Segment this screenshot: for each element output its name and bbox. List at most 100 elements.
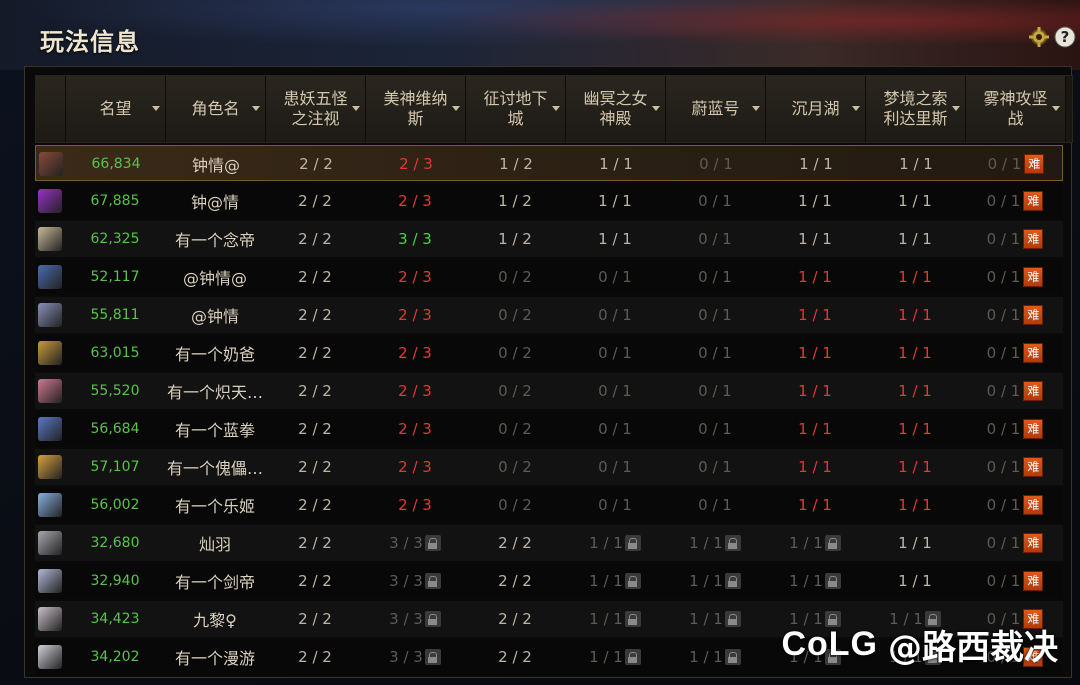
lock-icon bbox=[424, 535, 441, 551]
clear-count: 0 / 1 bbox=[986, 572, 1021, 590]
character-row[interactable]: 32,940 有一个剑帝 2 / 2 3 / 3 2 / 2 1 / 1 1 / 1 1 / … bbox=[35, 563, 1063, 599]
fame-value: 62,325 bbox=[90, 231, 140, 247]
sort-arrow-icon[interactable] bbox=[752, 106, 760, 111]
clear-count-cell: 0 / 1 bbox=[565, 335, 665, 371]
clear-count: 1 / 1 bbox=[898, 268, 932, 286]
clear-count-cell: 2 / 3 bbox=[366, 146, 466, 182]
clear-count-cell: 0 / 2 bbox=[465, 449, 565, 485]
clear-count-cell: 0 / 1难 bbox=[965, 449, 1065, 485]
clear-count: 1 / 1 bbox=[789, 572, 823, 590]
hard-mode-badge[interactable]: 难 bbox=[1023, 305, 1044, 325]
character-row[interactable]: 63,015 有一个奶爸 2 / 2 2 / 3 0 / 2 0 / 1 0 / 1 1 / … bbox=[35, 335, 1063, 371]
gear-icon[interactable] bbox=[1028, 26, 1050, 48]
hard-mode-badge[interactable]: 难 bbox=[1023, 495, 1044, 515]
character-row[interactable]: 62,325 有一个念帝 2 / 2 3 / 3 1 / 2 1 / 1 0 / 1 1 / … bbox=[35, 221, 1063, 257]
clear-count: 1 / 1 bbox=[599, 155, 633, 173]
clear-count-cell: 2 / 2 bbox=[265, 183, 365, 219]
clear-count-cell: 1 / 1 bbox=[765, 373, 865, 409]
clear-count-cell: 1 / 1 bbox=[565, 525, 665, 561]
fame-value: 67,885 bbox=[90, 193, 140, 209]
column-header-4[interactable]: 美神维纳斯 bbox=[366, 76, 466, 142]
column-header-label: 沉月湖 bbox=[791, 99, 840, 118]
sort-arrow-icon[interactable] bbox=[652, 106, 660, 111]
clear-count-cell: 1 / 1 bbox=[665, 639, 765, 675]
clear-count: 1 / 1 bbox=[689, 534, 723, 552]
clear-count: 2 / 2 bbox=[498, 534, 532, 552]
column-header-1[interactable]: 名望 bbox=[66, 76, 166, 142]
clear-count: 1 / 1 bbox=[598, 192, 632, 210]
clear-count: 0 / 1 bbox=[986, 420, 1021, 438]
column-header-3[interactable]: 患妖五怪之注视 bbox=[266, 76, 366, 142]
clear-count-cell: 2 / 3 bbox=[365, 411, 465, 447]
sort-arrow-icon[interactable] bbox=[852, 106, 860, 111]
avatar bbox=[38, 493, 62, 517]
clear-count-cell: 0 / 1 bbox=[665, 373, 765, 409]
hard-mode-badge[interactable]: 难 bbox=[1023, 419, 1044, 439]
hard-mode-badge[interactable]: 难 bbox=[1023, 381, 1044, 401]
character-row[interactable]: 55,520 有一个炽天… 2 / 2 2 / 3 0 / 2 0 / 1 0 / 1 1 /… bbox=[35, 373, 1063, 409]
clear-count-cell: 0 / 2 bbox=[465, 487, 565, 523]
avatar-cell bbox=[35, 449, 65, 485]
clear-count-cell: 0 / 1难 bbox=[965, 373, 1065, 409]
character-row[interactable]: 66,834 钟情@ 2 / 2 2 / 3 1 / 2 1 / 1 0 / 1 1 / 1 1… bbox=[35, 145, 1063, 181]
character-row[interactable]: 52,117 @钟情@ 2 / 2 2 / 3 0 / 2 0 / 1 0 / 1 1 / 1… bbox=[35, 259, 1063, 295]
clear-count-cell: 0 / 1难 bbox=[965, 563, 1065, 599]
column-header-5[interactable]: 征讨地下城 bbox=[466, 76, 566, 142]
column-header-8[interactable]: 沉月湖 bbox=[766, 76, 866, 142]
sort-arrow-icon[interactable] bbox=[252, 106, 260, 111]
clear-count: 0 / 1 bbox=[986, 268, 1021, 286]
character-name: 有一个奶爸 bbox=[174, 345, 255, 364]
clear-count-cell: 1 / 1 bbox=[865, 411, 965, 447]
sort-arrow-icon[interactable] bbox=[452, 106, 460, 111]
hard-mode-badge[interactable]: 难 bbox=[1024, 154, 1045, 174]
clear-count: 0 / 2 bbox=[498, 420, 532, 438]
header-background bbox=[0, 0, 1080, 70]
clear-count: 0 / 2 bbox=[498, 382, 532, 400]
question-icon[interactable]: ? bbox=[1054, 26, 1076, 48]
character-row[interactable]: 32,680 灿羽 2 / 2 3 / 3 2 / 2 1 / 1 1 / 1 1 / 1 1 … bbox=[35, 525, 1063, 561]
column-header-label: 蔚蓝号 bbox=[691, 99, 740, 118]
sort-arrow-icon[interactable] bbox=[1052, 106, 1060, 111]
avatar bbox=[38, 417, 62, 441]
hard-mode-badge[interactable]: 难 bbox=[1023, 457, 1044, 477]
clear-count: 2 / 3 bbox=[398, 496, 432, 514]
sort-arrow-icon[interactable] bbox=[552, 106, 560, 111]
character-row[interactable]: 56,002 有一个乐姬 2 / 2 2 / 3 0 / 2 0 / 1 0 / 1 1 / … bbox=[35, 487, 1063, 523]
character-name: 有一个炽天… bbox=[166, 383, 263, 402]
sort-arrow-icon[interactable] bbox=[952, 106, 960, 111]
avatar bbox=[39, 152, 63, 176]
clear-count-cell: 1 / 1 bbox=[765, 487, 865, 523]
column-header-label: 角色名 bbox=[191, 99, 240, 118]
hard-mode-badge[interactable]: 难 bbox=[1023, 229, 1044, 249]
clear-count: 1 / 2 bbox=[499, 155, 533, 173]
character-row[interactable]: 57,107 有一个傀儡… 2 / 2 2 / 3 0 / 2 0 / 1 0 / 1 1 /… bbox=[35, 449, 1063, 485]
sort-arrow-icon[interactable] bbox=[352, 106, 360, 111]
clear-count: 0 / 1 bbox=[698, 306, 732, 324]
clear-count: 1 / 1 bbox=[589, 610, 623, 628]
lock-icon bbox=[824, 535, 841, 551]
character-row[interactable]: 67,885 钟@情 2 / 2 2 / 3 1 / 2 1 / 1 0 / 1 1 / 1 1… bbox=[35, 183, 1063, 219]
hard-mode-badge[interactable]: 难 bbox=[1023, 267, 1044, 287]
clear-count-cell: 1 / 1 bbox=[865, 563, 965, 599]
character-row[interactable]: 56,684 有一个蓝拳 2 / 2 2 / 3 0 / 2 0 / 1 0 / 1 1 / … bbox=[35, 411, 1063, 447]
column-header-6[interactable]: 幽冥之女神殿 bbox=[566, 76, 666, 142]
sort-arrow-icon[interactable] bbox=[152, 106, 160, 111]
column-header-2[interactable]: 角色名 bbox=[166, 76, 266, 142]
clear-count-cell: 0 / 1 bbox=[665, 297, 765, 333]
avatar bbox=[38, 531, 62, 555]
hard-mode-badge[interactable]: 难 bbox=[1023, 343, 1044, 363]
column-header-label: 美神维纳斯 bbox=[383, 89, 448, 128]
column-header-7[interactable]: 蔚蓝号 bbox=[666, 76, 766, 142]
character-name: 九黎♀ bbox=[193, 611, 237, 630]
column-header-10[interactable]: 雾神攻坚战 bbox=[966, 76, 1066, 142]
character-row[interactable]: 55,811 @钟情 2 / 2 2 / 3 0 / 2 0 / 1 0 / 1 1 / 1 1… bbox=[35, 297, 1063, 333]
avatar-cell bbox=[35, 297, 65, 333]
hard-mode-badge[interactable]: 难 bbox=[1023, 191, 1044, 211]
clear-count: 1 / 1 bbox=[589, 572, 623, 590]
clear-count: 1 / 1 bbox=[798, 420, 832, 438]
hard-mode-badge[interactable]: 难 bbox=[1023, 571, 1044, 591]
column-header-label: 幽冥之女神殿 bbox=[583, 89, 648, 128]
clear-count-cell: 2 / 2 bbox=[265, 259, 365, 295]
column-header-9[interactable]: 梦境之索利达里斯 bbox=[866, 76, 966, 142]
hard-mode-badge[interactable]: 难 bbox=[1023, 533, 1044, 553]
